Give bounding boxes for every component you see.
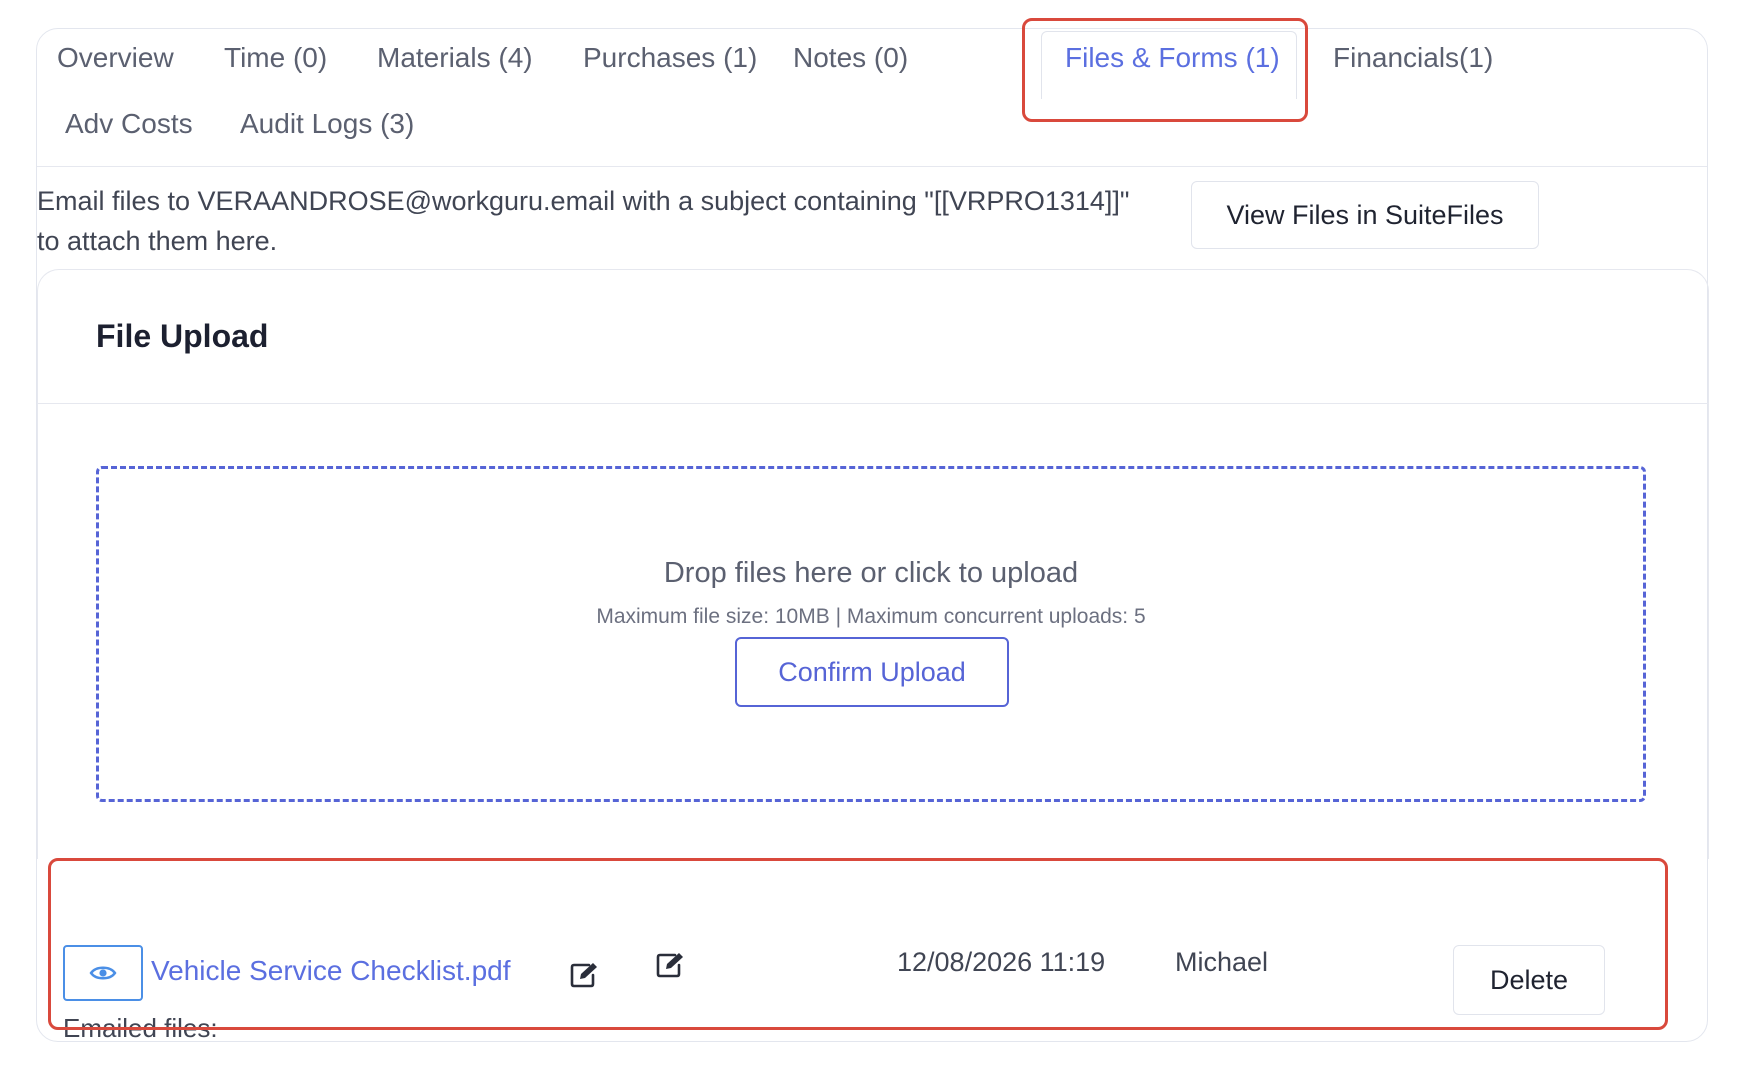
job-detail-card: Overview Time (0) Materials (4) Purchase… — [36, 28, 1709, 1045]
tab-files-forms[interactable]: Files & Forms (1) — [1065, 41, 1280, 75]
file-dropzone[interactable]: Drop files here or click to upload Maxim… — [96, 466, 1646, 802]
tab-adv-costs[interactable]: Adv Costs — [65, 107, 193, 141]
file-upload-panel: File Upload Drop files here or click to … — [37, 269, 1709, 859]
file-upload-title: File Upload — [96, 318, 269, 354]
eye-icon — [89, 966, 117, 980]
file-uploaded-date: 12/08/2026 11:19 — [897, 947, 1106, 977]
edit-description-icon[interactable] — [655, 951, 685, 979]
dropzone-limits: Maximum file size: 10MB | Maximum concur… — [596, 605, 1146, 628]
email-instructions-line-2: to attach them here. — [37, 226, 278, 256]
tab-audit-logs[interactable]: Audit Logs (3) — [240, 107, 414, 141]
file-name-link[interactable]: Vehicle Service Checklist.pdf — [151, 955, 511, 987]
view-files-in-suitefiles-button[interactable]: View Files in SuiteFiles — [1191, 181, 1539, 249]
file-uploaded-by: Michael — [1175, 947, 1269, 977]
emailed-files-label: Emailed files: — [63, 1013, 218, 1043]
tab-materials[interactable]: Materials (4) — [377, 41, 533, 75]
file-upload-header: File Upload — [38, 270, 1708, 404]
delete-file-button[interactable]: Delete — [1453, 945, 1605, 1015]
tab-financials[interactable]: Financials(1) — [1333, 41, 1493, 75]
confirm-upload-button[interactable]: Confirm Upload — [735, 637, 1009, 707]
tab-purchases[interactable]: Purchases (1) — [583, 41, 757, 75]
email-attach-instructions: Email files to VERAANDROSE@workguru.emai… — [37, 181, 1177, 261]
tab-notes[interactable]: Notes (0) — [793, 41, 908, 75]
tab-overview[interactable]: Overview — [57, 41, 174, 75]
edit-file-name-icon[interactable] — [569, 961, 599, 989]
email-instructions-line-1: Email files to VERAANDROSE@workguru.emai… — [37, 186, 1130, 216]
dropzone-instruction: Drop files here or click to upload — [663, 557, 1079, 589]
file-list-row: Vehicle Service Checklist.pdf 12/08/2026… — [37, 885, 1709, 1045]
tab-bar: Overview Time (0) Materials (4) Purchase… — [37, 29, 1707, 167]
view-file-button[interactable] — [63, 945, 143, 1001]
tab-time[interactable]: Time (0) — [224, 41, 327, 75]
